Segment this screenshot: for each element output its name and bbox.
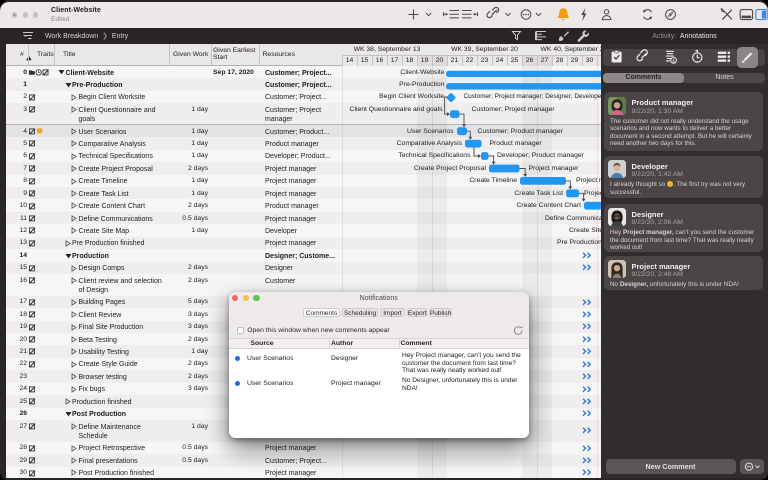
- svg-text:$: $: [672, 58, 675, 64]
